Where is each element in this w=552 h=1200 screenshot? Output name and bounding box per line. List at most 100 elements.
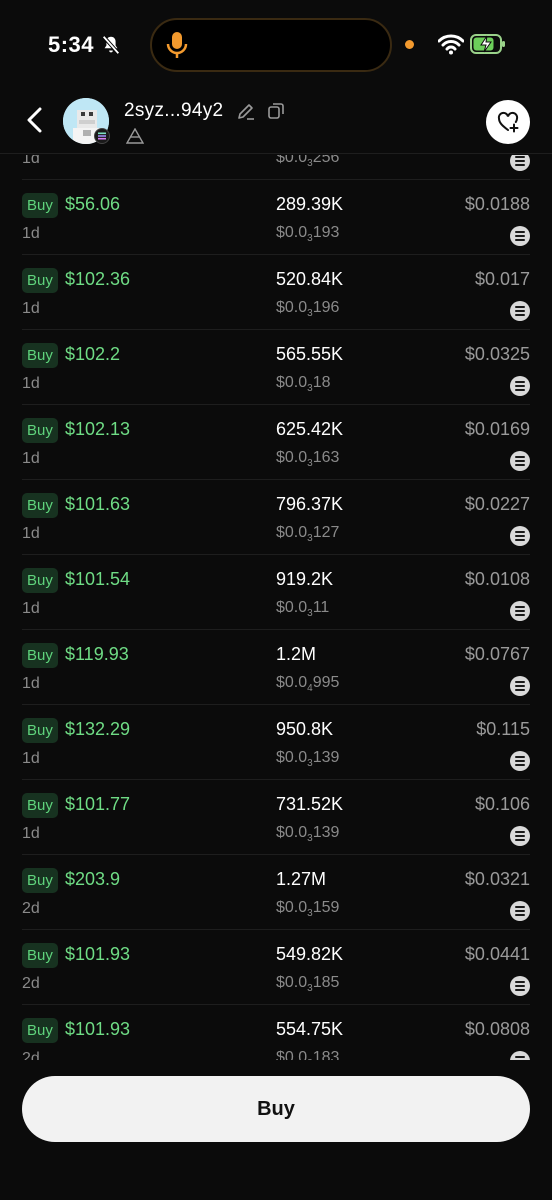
trade-age: 1d	[22, 750, 40, 767]
trade-token-amount: 625.42K	[276, 419, 344, 439]
trade-token-amount: 549.82K	[276, 944, 344, 964]
trade-usd-amount: $56.06	[65, 194, 121, 214]
trade-token-amount: 950.8K	[276, 719, 334, 739]
trade-market-cap: $0.017	[474, 269, 530, 289]
trade-age: 1d	[22, 825, 40, 842]
trade-side-badge: Buy	[22, 1018, 58, 1043]
trade-price: $0.03183	[276, 1049, 340, 1060]
trade-token-amount: 565.55K	[276, 344, 344, 364]
trade-row[interactable]: Buy $101.63 1d 796.37K $0.03127 $0.0227	[22, 480, 530, 555]
trade-price: $0.03196	[276, 299, 340, 320]
wallet-header: 2syz...94y2	[0, 90, 552, 154]
trade-market-cap: $0.115	[476, 719, 530, 739]
trade-market-cap: $0.0227	[464, 494, 530, 514]
trade-age: 1d	[22, 225, 40, 242]
microphone-icon	[166, 32, 188, 58]
network-icon	[126, 128, 144, 144]
bottom-bar: Buy	[0, 1060, 552, 1200]
trade-row[interactable]: Buy $56.06 1d 289.39K $0.03193 $0.0188	[22, 180, 530, 255]
back-button[interactable]	[22, 104, 50, 136]
trade-age: 1d	[22, 600, 40, 617]
trade-usd-amount: $101.93	[65, 1019, 131, 1039]
trade-market-cap: $0.0188	[464, 194, 530, 214]
solana-icon	[510, 1051, 530, 1060]
trade-price: $0.03127	[276, 524, 340, 545]
trade-row[interactable]: Buy $41.88 1d 163.45K $0.03256 $0.0189	[22, 155, 530, 180]
trade-side-badge: Buy	[22, 343, 58, 368]
trade-age: 1d	[22, 300, 40, 317]
trade-row[interactable]: Buy $102.13 1d 625.42K $0.03163 $0.0169	[22, 405, 530, 480]
trade-market-cap: $0.0108	[464, 569, 530, 589]
trade-row[interactable]: Buy $102.36 1d 520.84K $0.03196 $0.017	[22, 255, 530, 330]
trade-usd-amount: $203.9	[65, 869, 121, 889]
trade-row[interactable]: Buy $101.93 2d 554.75K $0.03183 $0.0808	[22, 1005, 530, 1060]
trade-usd-amount: $102.13	[65, 419, 131, 439]
trade-price: $0.0311	[276, 599, 330, 620]
trade-side-badge: Buy	[22, 718, 58, 743]
trade-row[interactable]: Buy $101.93 2d 549.82K $0.03185 $0.0441	[22, 930, 530, 1005]
trade-list[interactable]: Buy $41.88 1d 163.45K $0.03256 $0.0189 B…	[0, 155, 552, 1060]
trade-usd-amount: $102.36	[65, 269, 131, 289]
trade-usd-amount: $101.63	[65, 494, 131, 514]
trade-market-cap: $0.0808	[464, 1019, 530, 1039]
status-bar: 5:34	[0, 0, 552, 90]
solana-icon	[510, 376, 530, 396]
trade-row[interactable]: Buy $101.77 1d 731.52K $0.03139 $0.106	[22, 780, 530, 855]
solana-icon	[510, 451, 530, 471]
trade-row[interactable]: Buy $203.9 2d 1.27M $0.03159 $0.0321	[22, 855, 530, 930]
heart-plus-icon	[497, 111, 519, 133]
trade-token-amount: 796.37K	[276, 494, 344, 514]
solana-icon	[98, 132, 106, 140]
trade-side-badge: Buy	[22, 568, 58, 593]
trade-age: 1d	[22, 675, 40, 692]
solana-icon	[510, 826, 530, 846]
trade-side-badge: Buy	[22, 418, 58, 443]
trade-side-badge: Buy	[22, 493, 58, 518]
trade-usd-amount: $119.93	[65, 644, 129, 664]
trade-price: $0.04995	[276, 674, 340, 695]
trade-row[interactable]: Buy $101.54 1d 919.2K $0.0311 $0.0108	[22, 555, 530, 630]
edit-icon[interactable]	[236, 101, 256, 121]
trade-row[interactable]: Buy $119.93 1d 1.2M $0.04995 $0.0767	[22, 630, 530, 705]
trade-market-cap: $0.106	[474, 794, 530, 814]
bell-off-icon	[102, 35, 120, 55]
privacy-indicator-dot	[405, 40, 414, 49]
solana-icon	[510, 301, 530, 321]
trade-usd-amount: $101.77	[65, 794, 131, 814]
solana-icon	[510, 901, 530, 921]
trade-age: 1d	[22, 525, 40, 542]
trade-side-badge: Buy	[22, 868, 58, 893]
solana-icon	[510, 155, 530, 171]
battery-charging-icon	[470, 34, 505, 54]
copy-icon[interactable]	[266, 101, 286, 121]
trade-market-cap: $0.0767	[464, 644, 530, 664]
trade-price: $0.03159	[276, 899, 340, 920]
trade-age: 2d	[22, 900, 40, 917]
trade-price: $0.03185	[276, 974, 340, 995]
solana-icon	[510, 601, 530, 621]
trade-age: 2d	[22, 1050, 40, 1060]
trade-market-cap: $0.0169	[464, 419, 530, 439]
trade-side-badge: Buy	[22, 268, 58, 293]
trade-token-amount: 289.39K	[276, 194, 344, 214]
trade-token-amount: 554.75K	[276, 1019, 344, 1039]
wallet-name: 2syz...94y2	[124, 100, 224, 121]
trade-age: 2d	[22, 975, 40, 992]
trade-price: $0.03139	[276, 749, 340, 770]
trade-row[interactable]: Buy $102.2 1d 565.55K $0.0318 $0.0325	[22, 330, 530, 405]
add-favorite-button[interactable]	[486, 100, 530, 144]
trade-row[interactable]: Buy $132.29 1d 950.8K $0.03139 $0.115	[22, 705, 530, 780]
trade-usd-amount: $101.93	[65, 944, 131, 964]
solana-icon	[510, 526, 530, 546]
trade-token-amount: 919.2K	[276, 569, 334, 589]
trade-price: $0.03139	[276, 824, 340, 845]
buy-button[interactable]: Buy	[22, 1076, 530, 1142]
trade-side-badge: Buy	[22, 643, 58, 668]
trade-token-amount: 1.2M	[276, 644, 317, 664]
trade-usd-amount: $132.29	[65, 719, 131, 739]
solana-chain-badge	[94, 128, 110, 144]
status-time: 5:34	[48, 32, 95, 57]
trade-usd-amount: $102.2	[65, 344, 121, 364]
trade-side-badge: Buy	[22, 193, 58, 218]
trade-age: 1d	[22, 375, 40, 392]
